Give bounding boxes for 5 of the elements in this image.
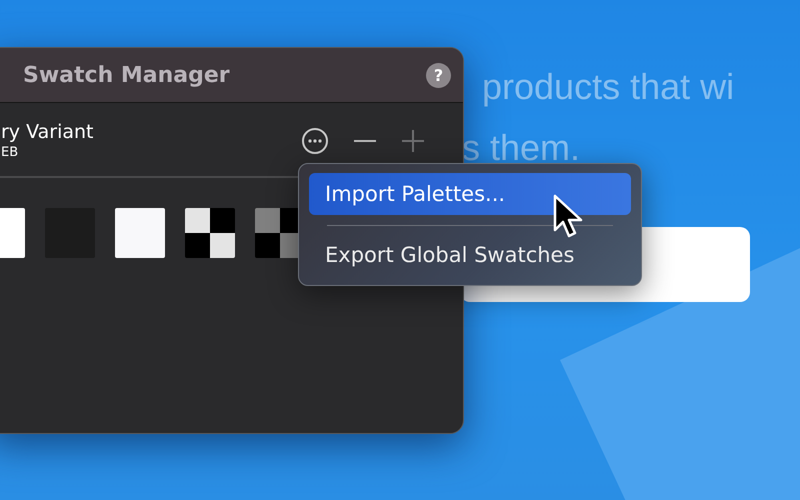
headline-text: s them. <box>462 127 580 169</box>
window-title: Swatch Manager <box>23 62 230 88</box>
swatch-group-subtitle: EB <box>1 145 20 160</box>
swatch-group-name: ry Variant <box>1 121 94 143</box>
headline-text: products that wi <box>482 66 734 108</box>
